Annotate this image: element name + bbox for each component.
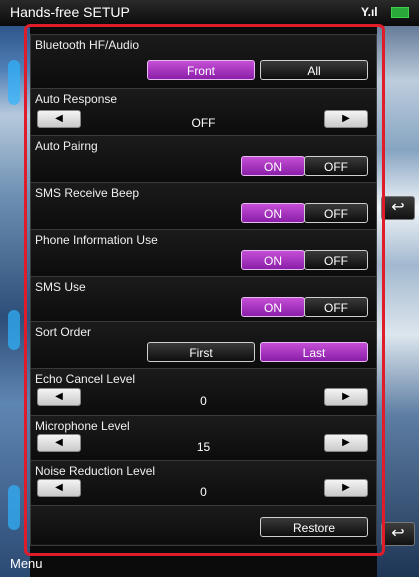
back-button-bottom[interactable]: ↩ [381, 522, 415, 546]
top-bar: Hands-free SETUP Y.ıl [0, 0, 419, 26]
back-button[interactable]: ↩ [381, 196, 415, 220]
back-icon: ↩ [391, 525, 405, 542]
status-area: Y.ıl [361, 5, 409, 19]
highlight-frame [24, 24, 385, 556]
signal-icon: Y.ıl [360, 5, 378, 19]
menu-button[interactable]: Menu [10, 556, 43, 571]
page-title: Hands-free SETUP [10, 4, 130, 20]
back-icon: ↩ [391, 199, 405, 216]
background-left-glow [8, 60, 20, 105]
battery-icon [391, 7, 409, 19]
background-left-glow [8, 485, 20, 530]
background-left-glow [8, 310, 20, 350]
